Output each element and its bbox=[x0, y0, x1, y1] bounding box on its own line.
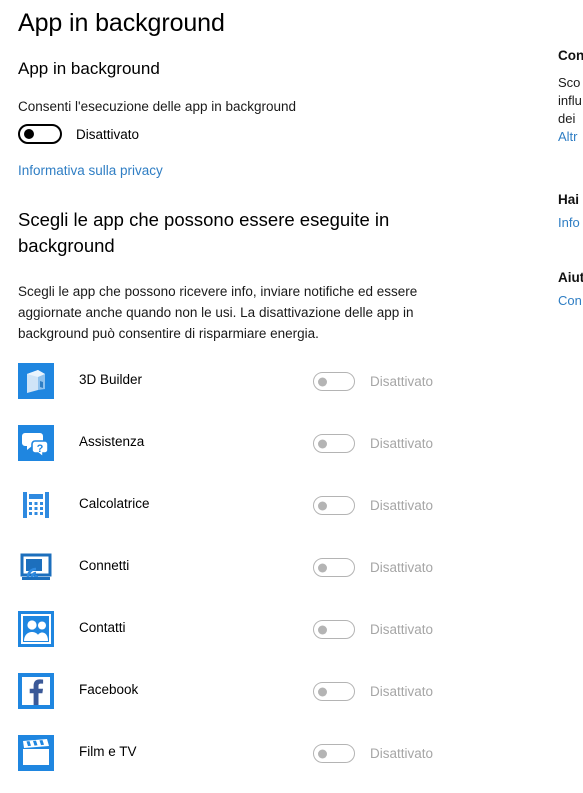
app-name: Connetti bbox=[79, 558, 130, 573]
assistenza-icon: ? bbox=[18, 425, 54, 461]
app-toggle-switch[interactable] bbox=[313, 496, 355, 515]
calcolatrice-icon bbox=[18, 487, 54, 523]
app-toggle-state: Disattivato bbox=[370, 560, 434, 575]
master-toggle-state: Disattivato bbox=[76, 126, 140, 142]
toggle-knob-icon bbox=[318, 439, 327, 448]
settings-page: App in background App in background Cons… bbox=[0, 0, 583, 793]
sidebar-heading: Hai bbox=[558, 192, 580, 207]
sidebar-text-line: dei bbox=[558, 111, 576, 126]
app-toggle-state: Disattivato bbox=[370, 622, 434, 637]
app-name: Facebook bbox=[79, 682, 139, 697]
sidebar-more-link[interactable]: Altr bbox=[558, 128, 583, 146]
connetti-icon bbox=[18, 549, 54, 585]
app-toggle-state: Disattivato bbox=[370, 436, 434, 451]
sidebar-block-question: Hai Info bbox=[558, 190, 583, 232]
app-toggle-state: Disattivato bbox=[370, 498, 434, 513]
toggle-knob-icon bbox=[24, 129, 34, 139]
app-toggle-switch[interactable] bbox=[313, 682, 355, 701]
section-heading: App in background bbox=[18, 59, 160, 78]
app-toggle-switch[interactable] bbox=[313, 372, 355, 391]
toggle-knob-icon bbox=[318, 501, 327, 510]
sidebar-text-line: Sco bbox=[558, 75, 581, 90]
master-toggle-switch[interactable] bbox=[18, 124, 62, 144]
app-toggle-state: Disattivato bbox=[370, 746, 434, 761]
svg-text:?: ? bbox=[37, 443, 44, 455]
app-toggle-switch[interactable] bbox=[313, 744, 355, 763]
app-toggle-row: Disattivato bbox=[313, 682, 433, 701]
toggle-knob-icon bbox=[318, 563, 327, 572]
privacy-policy-link[interactable]: Informativa sulla privacy bbox=[18, 162, 163, 180]
facebook-icon bbox=[18, 673, 54, 709]
sidebar-block-help: Aiut Con bbox=[558, 268, 583, 310]
app-name: Contatti bbox=[79, 620, 126, 635]
sidebar-text-line: influ bbox=[558, 93, 582, 108]
app-name: Film e TV bbox=[79, 744, 137, 759]
3d-builder-icon bbox=[18, 363, 54, 399]
film-e-tv-icon bbox=[18, 735, 54, 771]
master-toggle-row: Disattivato bbox=[18, 124, 520, 144]
right-sidebar: Con Sco influ dei Altr Hai Info Aiut Con bbox=[540, 0, 583, 793]
app-row[interactable]: 3D Builder Disattivato bbox=[18, 362, 520, 424]
app-toggle-state: Disattivato bbox=[370, 374, 434, 389]
app-row[interactable]: Connetti Disattivato bbox=[18, 548, 520, 610]
app-name: Assistenza bbox=[79, 434, 145, 449]
app-toggle-switch[interactable] bbox=[313, 620, 355, 639]
app-toggle-switch[interactable] bbox=[313, 434, 355, 453]
toggle-knob-icon bbox=[318, 749, 327, 758]
chooser-heading: Scegli le app che possono essere eseguit… bbox=[18, 209, 390, 256]
app-toggle-row: Disattivato bbox=[313, 744, 433, 763]
toggle-knob-icon bbox=[318, 625, 327, 634]
sidebar-heading: Aiut bbox=[558, 270, 583, 285]
chooser-description: Scegli le app che possono ricevere info,… bbox=[18, 284, 418, 341]
contatti-icon bbox=[18, 611, 54, 647]
toggle-knob-icon bbox=[318, 687, 327, 696]
sidebar-community-link[interactable]: Con bbox=[558, 292, 583, 310]
app-toggle-row: Disattivato bbox=[313, 558, 433, 577]
page-title: App in background bbox=[18, 9, 225, 37]
app-row[interactable]: Calcolatrice Disattivato bbox=[18, 486, 520, 548]
app-toggle-state: Disattivato bbox=[370, 684, 434, 699]
app-toggle-switch[interactable] bbox=[313, 558, 355, 577]
app-row[interactable]: ? Assistenza Disattivato bbox=[18, 424, 520, 486]
app-toggle-row: Disattivato bbox=[313, 434, 433, 453]
app-row[interactable]: Film e TV Disattivato bbox=[18, 734, 520, 793]
app-name: Calcolatrice bbox=[79, 496, 150, 511]
app-toggle-row: Disattivato bbox=[313, 620, 433, 639]
sidebar-heading: Con bbox=[558, 48, 583, 63]
app-row[interactable]: Facebook Disattivato bbox=[18, 672, 520, 734]
app-toggle-row: Disattivato bbox=[313, 372, 433, 391]
main-content: App in background App in background Cons… bbox=[0, 0, 520, 793]
sidebar-info-link[interactable]: Info bbox=[558, 214, 583, 232]
app-list: 3D Builder Disattivato ? Assistenza Disa… bbox=[18, 362, 520, 793]
app-name: 3D Builder bbox=[79, 372, 143, 387]
app-row[interactable]: Contatti Disattivato bbox=[18, 610, 520, 672]
app-toggle-row: Disattivato bbox=[313, 496, 433, 515]
toggle-knob-icon bbox=[318, 377, 327, 386]
master-toggle-label: Consenti l'esecuzione delle app in backg… bbox=[18, 99, 297, 114]
sidebar-block-related: Con Sco influ dei Altr bbox=[558, 46, 583, 146]
